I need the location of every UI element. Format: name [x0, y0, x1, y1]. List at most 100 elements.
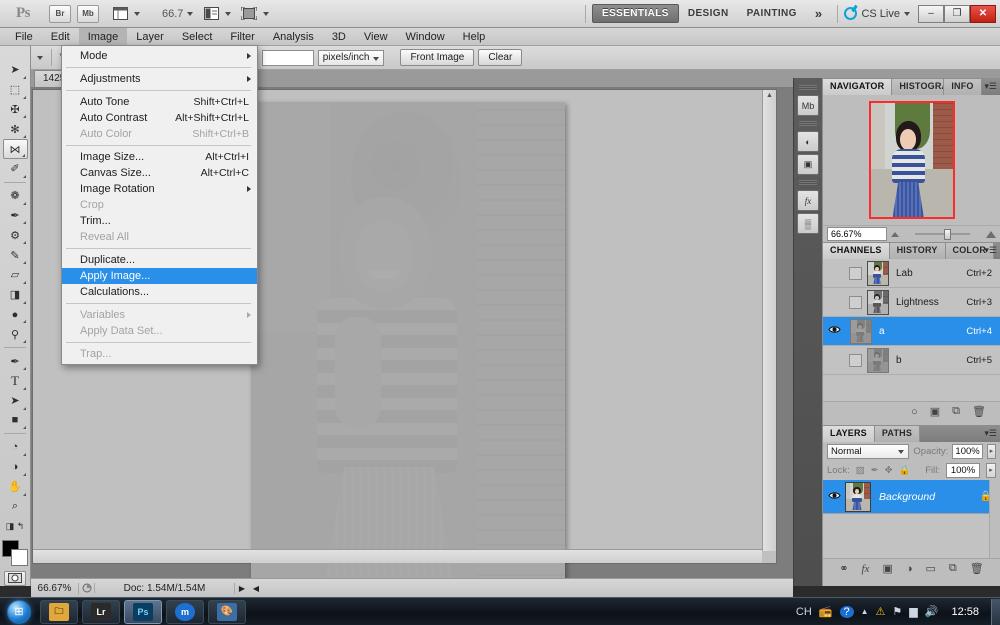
- view-extras-icon[interactable]: [110, 5, 130, 22]
- menu-item-canvas-size[interactable]: Canvas Size...Alt+Ctrl+C: [62, 165, 257, 181]
- screen-mode-chevron-down-icon[interactable]: [263, 12, 269, 16]
- tool-3d-rotate-tool[interactable]: ◔: [3, 437, 28, 457]
- tool-hand-tool[interactable]: ✋: [3, 477, 28, 497]
- channel-row-a[interactable]: a Ctrl+4: [823, 317, 1000, 346]
- canvas-vertical-scrollbar[interactable]: ▲: [762, 90, 776, 551]
- tool-clone-stamp-tool[interactable]: ⚙: [3, 225, 28, 245]
- channel-visibility-checkbox[interactable]: [849, 354, 862, 367]
- blend-mode-select[interactable]: Normal: [827, 444, 909, 459]
- masks-icon[interactable]: ▣: [797, 154, 819, 175]
- color-swatches[interactable]: [2, 540, 28, 565]
- layers-vertical-scrollbar[interactable]: [989, 480, 1000, 558]
- delete-channel-icon[interactable]: 🗑: [972, 405, 986, 418]
- tab-navigator[interactable]: NAVIGATOR: [823, 79, 892, 95]
- cs-live-menu[interactable]: CS Live: [844, 7, 910, 20]
- workspace-essentials-button[interactable]: ESSENTIALS: [592, 4, 679, 23]
- tray-radio-icon[interactable]: 📻: [819, 605, 833, 618]
- background-color-swatch[interactable]: [11, 549, 28, 566]
- tool-rectangle-tool[interactable]: ■: [3, 411, 28, 431]
- layer-visibility-toggle[interactable]: [823, 491, 845, 503]
- taskbar-item-photoshop[interactable]: Ps: [124, 600, 162, 624]
- workspace-design-button[interactable]: DESIGN: [679, 5, 738, 22]
- canvas-horizontal-scrollbar[interactable]: [33, 549, 762, 563]
- dock-grip-3[interactable]: [799, 180, 817, 185]
- menu-edit[interactable]: Edit: [42, 28, 79, 46]
- tool-gradient-tool[interactable]: ◨: [3, 285, 28, 305]
- launch-mini-bridge-button[interactable]: Mb: [77, 5, 99, 23]
- channel-visibility-toggle[interactable]: [823, 325, 845, 337]
- restore-button[interactable]: ❐: [944, 5, 970, 23]
- mini-bridge-icon[interactable]: Mb: [797, 95, 819, 116]
- tool-lasso-tool[interactable]: ✠: [3, 100, 28, 120]
- view-extras-chevron-down-icon[interactable]: [134, 12, 140, 16]
- menu-window[interactable]: Window: [397, 28, 454, 46]
- menu-item-apply-image[interactable]: Apply Image...: [62, 268, 257, 284]
- delete-layer-icon[interactable]: 🗑: [970, 562, 984, 575]
- lock-image-pixels-icon[interactable]: ✒: [871, 465, 879, 476]
- menu-item-image-rotation[interactable]: Image Rotation: [62, 181, 257, 197]
- launch-bridge-button[interactable]: Br: [49, 5, 71, 23]
- tool-horizontal-type-tool[interactable]: T: [3, 371, 28, 391]
- taskbar-item-messenger[interactable]: m: [166, 600, 204, 624]
- menu-item-image-size[interactable]: Image Size...Alt+Ctrl+I: [62, 149, 257, 165]
- menu-item-duplicate[interactable]: Duplicate...: [62, 252, 257, 268]
- tab-paths[interactable]: PATHS: [875, 426, 920, 442]
- menu-view[interactable]: View: [355, 28, 397, 46]
- close-button[interactable]: ✕: [970, 5, 996, 23]
- tool-brush-tool[interactable]: ✒: [3, 206, 28, 226]
- menu-item-auto-contrast[interactable]: Auto ContrastAlt+Shift+Ctrl+L: [62, 110, 257, 126]
- lock-all-icon[interactable]: 🔒: [899, 465, 911, 476]
- tool-path-selection-tool[interactable]: ➤: [3, 391, 28, 411]
- menu-image[interactable]: Image: [79, 28, 128, 46]
- fill-input[interactable]: 100%: [946, 463, 980, 478]
- tool-rectangular-marquee-tool[interactable]: ⬚: [3, 80, 28, 100]
- taskbar-item-paint-app[interactable]: 🎨: [208, 600, 246, 624]
- arrange-documents-chevron-down-icon[interactable]: [225, 12, 231, 16]
- tab-history[interactable]: HISTORY: [890, 243, 946, 259]
- tool-move-tool[interactable]: ➤: [3, 60, 28, 80]
- workspace-painting-button[interactable]: PAINTING: [738, 5, 806, 22]
- minimize-button[interactable]: –: [918, 5, 944, 23]
- channel-visibility-checkbox[interactable]: [849, 296, 862, 309]
- scroll-up-arrow-icon[interactable]: ▲: [763, 90, 776, 102]
- tool-eyedropper-tool[interactable]: ✐: [3, 159, 28, 179]
- resolution-unit-select[interactable]: pixels/inch: [318, 50, 385, 66]
- clear-crop-button[interactable]: Clear: [478, 49, 522, 66]
- menu-filter[interactable]: Filter: [221, 28, 263, 46]
- menu-file[interactable]: File: [6, 28, 42, 46]
- show-hidden-icons-icon[interactable]: ▲: [861, 607, 869, 616]
- tool-eraser-tool[interactable]: ▱: [3, 265, 28, 285]
- volume-icon[interactable]: 🔊: [925, 605, 939, 618]
- default-colors-switch[interactable]: ◨ ↰: [3, 516, 28, 536]
- tool-crop-tool[interactable]: ⋈: [3, 139, 28, 159]
- menu-select[interactable]: Select: [173, 28, 222, 46]
- workspace-more-button[interactable]: »: [806, 3, 832, 24]
- tool-3d-orbit-tool[interactable]: ◑: [3, 457, 28, 477]
- tool-quick-selection-tool[interactable]: ✻: [3, 119, 28, 139]
- menu-3d[interactable]: 3D: [323, 28, 355, 46]
- new-group-icon[interactable]: ▭: [926, 562, 936, 575]
- arrange-documents-icon[interactable]: [201, 5, 221, 22]
- new-adjustment-layer-icon[interactable]: ◑: [906, 563, 913, 575]
- tool-pen-tool[interactable]: ✒: [3, 351, 28, 371]
- link-layers-icon[interactable]: ⚭: [839, 562, 848, 575]
- action-center-icon[interactable]: ⚑: [892, 605, 902, 618]
- layer-row-background[interactable]: Background 🔒: [823, 480, 1000, 514]
- zoom-in-icon[interactable]: [986, 231, 996, 238]
- channels-panel-menu-icon[interactable]: ▾☰: [984, 245, 997, 256]
- menu-help[interactable]: Help: [454, 28, 495, 46]
- tab-info[interactable]: INFO: [944, 79, 981, 95]
- navigator-panel-menu-icon[interactable]: ▾☰: [984, 81, 997, 92]
- channel-row-lab[interactable]: Lab Ctrl+2: [823, 259, 1000, 288]
- layer-style-icon[interactable]: fx: [861, 563, 869, 575]
- start-button[interactable]: ⊞: [2, 599, 36, 625]
- menu-item-trim[interactable]: Trim...: [62, 213, 257, 229]
- menu-layer[interactable]: Layer: [127, 28, 173, 46]
- tab-layers[interactable]: LAYERS: [823, 426, 875, 442]
- add-layer-mask-icon[interactable]: ▣: [882, 562, 892, 575]
- new-layer-icon[interactable]: ⧉: [949, 562, 957, 575]
- screen-mode-icon[interactable]: [239, 5, 259, 22]
- layers-panel-menu-icon[interactable]: ▾☰: [984, 428, 997, 439]
- ime-indicator[interactable]: CH: [796, 606, 812, 618]
- help-icon[interactable]: ?: [840, 606, 854, 618]
